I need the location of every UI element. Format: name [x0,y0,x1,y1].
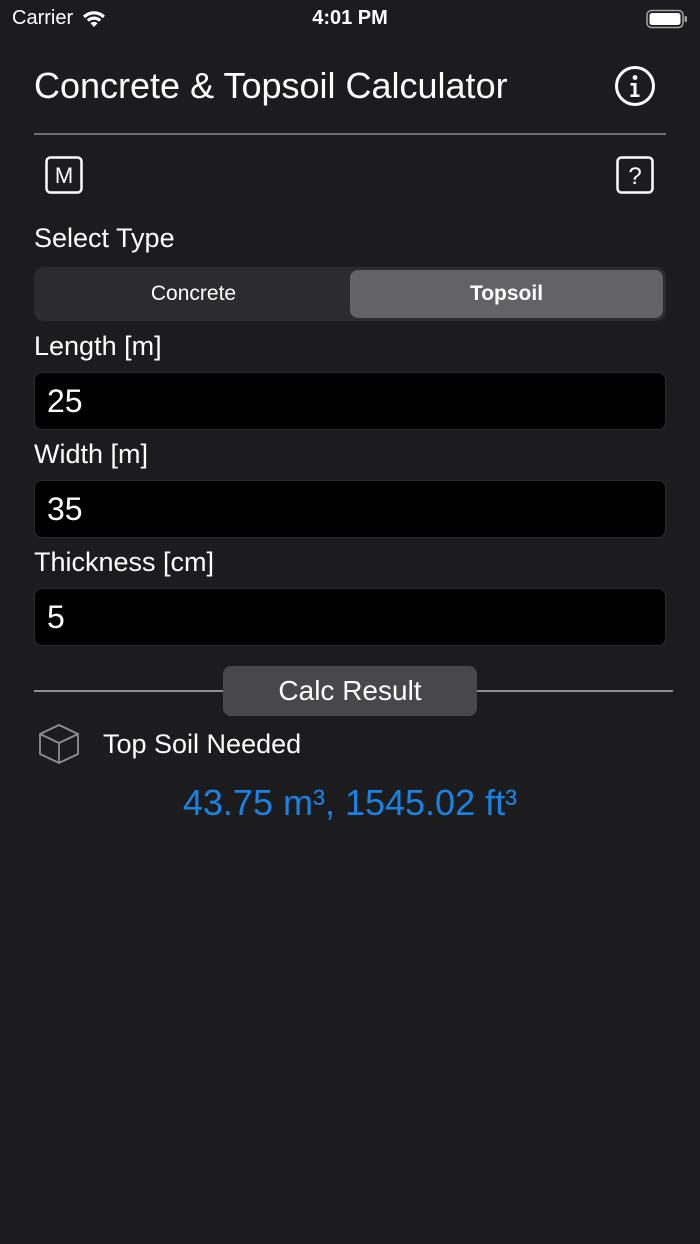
result-label: Top Soil Needed [103,729,302,759]
length-label: Length [m] [34,331,162,361]
page-title: Concrete & Topsoil Calculator [34,65,508,106]
segment-topsoil[interactable]: Topsoil [350,270,663,318]
segment-concrete[interactable]: Concrete [37,270,350,318]
type-segmented-control: Concrete Topsoil [34,267,666,321]
status-time: 4:01 PM [312,7,388,29]
memory-button[interactable]: M [45,156,83,194]
width-label: Width [m] [34,439,149,469]
calc-divider-left [34,690,223,692]
help-button-label: ? [628,163,641,190]
length-input[interactable]: 25 [34,372,666,430]
thickness-label: Thickness [cm] [34,547,215,577]
title-row: Concrete & Topsoil Calculator [34,58,666,114]
calc-result-button[interactable]: Calc Result [223,666,477,716]
header-divider [34,133,666,135]
help-button[interactable]: ? [616,156,654,194]
thickness-input[interactable]: 5 [34,588,666,646]
question-square-icon: ? [616,156,654,194]
battery-icon [646,9,688,35]
memory-button-label: M [55,163,73,188]
info-circle-icon [615,66,655,106]
calc-divider-right [477,690,673,692]
status-bar: Carrier 4:01 PM [0,0,700,36]
cube-icon [37,722,81,766]
info-button[interactable] [614,65,656,107]
select-type-label: Select Type [34,223,175,253]
width-input[interactable]: 35 [34,480,666,538]
m-square-icon: M [45,156,83,194]
result-value: 43.75 m³, 1545.02 ft³ [182,782,518,823]
